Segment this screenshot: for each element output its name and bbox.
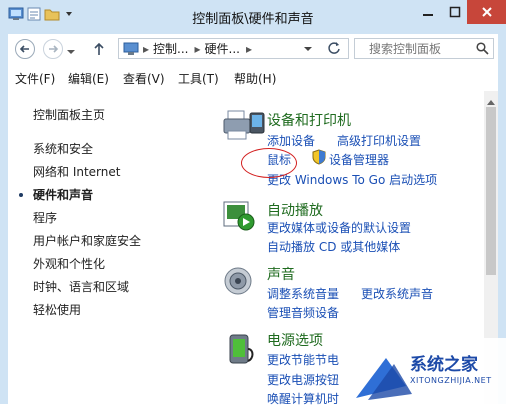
search-input[interactable]: 搜索控制面板: [369, 40, 441, 57]
sidebar-item-appearance[interactable]: 外观和个性化: [33, 255, 105, 272]
menu-file[interactable]: 文件(F): [15, 70, 55, 87]
menu-bar: 文件(F) 编辑(E) 查看(V) 工具(T) 帮助(H): [8, 64, 498, 92]
link-windows-to-go[interactable]: 更改 Windows To Go 启动选项: [267, 171, 437, 188]
active-bullet: [19, 193, 23, 197]
category-power-options[interactable]: 电源选项: [267, 330, 323, 350]
arrow-up-icon: [94, 42, 104, 55]
link-autoplay-cd[interactable]: 自动播放 CD 或其他媒体: [267, 238, 400, 255]
sidebar-item-ease-of-access[interactable]: 轻松使用: [33, 301, 81, 318]
sidebar-item-home[interactable]: 控制面板主页: [33, 106, 105, 123]
breadcrumb-control-panel[interactable]: 控制...: [153, 40, 188, 57]
shield-icon: [312, 149, 326, 165]
autoplay-icon[interactable]: [222, 200, 258, 232]
breadcrumb-separator: ▸: [143, 41, 150, 56]
sidebar-item-user-accounts[interactable]: 用户帐户和家庭安全: [33, 232, 141, 249]
category-autoplay[interactable]: 自动播放: [267, 200, 323, 220]
breadcrumb-hardware[interactable]: 硬件...: [205, 40, 240, 57]
battery-icon[interactable]: [224, 331, 258, 367]
address-bar[interactable]: ▸ 控制... ▸ 硬件... ▸: [118, 38, 349, 59]
arrow-right-icon: [49, 45, 59, 53]
recent-pages-dropdown[interactable]: [66, 45, 76, 54]
link-change-power-buttons[interactable]: 更改电源按钮: [267, 371, 339, 388]
breadcrumb-separator: ▸: [245, 41, 252, 56]
link-change-system-sounds[interactable]: 更改系统声音: [361, 285, 433, 302]
link-change-power-saving[interactable]: 更改节能节电: [267, 351, 339, 368]
arrow-left-icon: [19, 45, 29, 53]
sidebar-item-hardware-sound[interactable]: 硬件和声音: [33, 186, 93, 203]
back-button[interactable]: [15, 39, 35, 59]
link-change-default-settings[interactable]: 更改媒体或设备的默认设置: [267, 219, 411, 236]
maximize-button[interactable]: [443, 0, 467, 24]
up-button[interactable]: [92, 42, 106, 56]
link-manage-audio-devices[interactable]: 管理音频设备: [267, 304, 339, 321]
navigation-bar: ▸ 控制... ▸ 硬件... ▸ 搜索控制面板: [8, 34, 498, 64]
address-dropdown-icon[interactable]: [303, 43, 313, 57]
sidebar-item-clock-region[interactable]: 时钟、语言和区域: [33, 278, 129, 295]
watermark-url: XITONGZHIJIA.NET: [410, 376, 492, 385]
forward-button[interactable]: [43, 39, 63, 59]
link-add-device[interactable]: 添加设备: [267, 132, 315, 149]
printer-icon[interactable]: [222, 109, 266, 143]
link-advanced-printer-setup[interactable]: 高级打印机设置: [337, 132, 421, 149]
sidebar-item-network[interactable]: 网络和 Internet: [33, 163, 120, 180]
link-wake-password[interactable]: 唤醒计算机时: [267, 390, 339, 407]
link-adjust-volume[interactable]: 调整系统音量: [267, 285, 339, 302]
menu-help[interactable]: 帮助(H): [234, 70, 276, 87]
highlight-circle: [241, 148, 297, 178]
menu-edit[interactable]: 编辑(E): [68, 70, 109, 87]
menu-view[interactable]: 查看(V): [123, 70, 165, 87]
search-box[interactable]: 搜索控制面板: [354, 38, 494, 59]
watermark-name: 系统之家: [410, 355, 478, 375]
search-icon[interactable]: [476, 42, 489, 58]
watermark: 系统之家 XITONGZHIJIA.NET: [346, 338, 506, 404]
sidebar-item-programs[interactable]: 程序: [33, 209, 57, 226]
close-button[interactable]: [467, 0, 506, 24]
title-bar: 控制面板\硬件和声音: [0, 0, 506, 34]
close-icon: [481, 7, 492, 17]
breadcrumb-separator: ▸: [194, 41, 201, 56]
speaker-icon[interactable]: [224, 265, 258, 297]
link-device-manager[interactable]: 设备管理器: [329, 151, 389, 168]
scroll-thumb[interactable]: [486, 107, 496, 275]
sidebar-item-system-security[interactable]: 系统和安全: [33, 140, 93, 157]
refresh-icon[interactable]: [327, 41, 341, 58]
minimize-button[interactable]: [413, 0, 443, 24]
scroll-up-arrow[interactable]: [487, 94, 495, 108]
menu-tools[interactable]: 工具(T): [178, 70, 219, 87]
control-panel-icon: [123, 42, 139, 56]
category-devices-printers[interactable]: 设备和打印机: [267, 110, 351, 130]
category-sound[interactable]: 声音: [267, 264, 295, 284]
